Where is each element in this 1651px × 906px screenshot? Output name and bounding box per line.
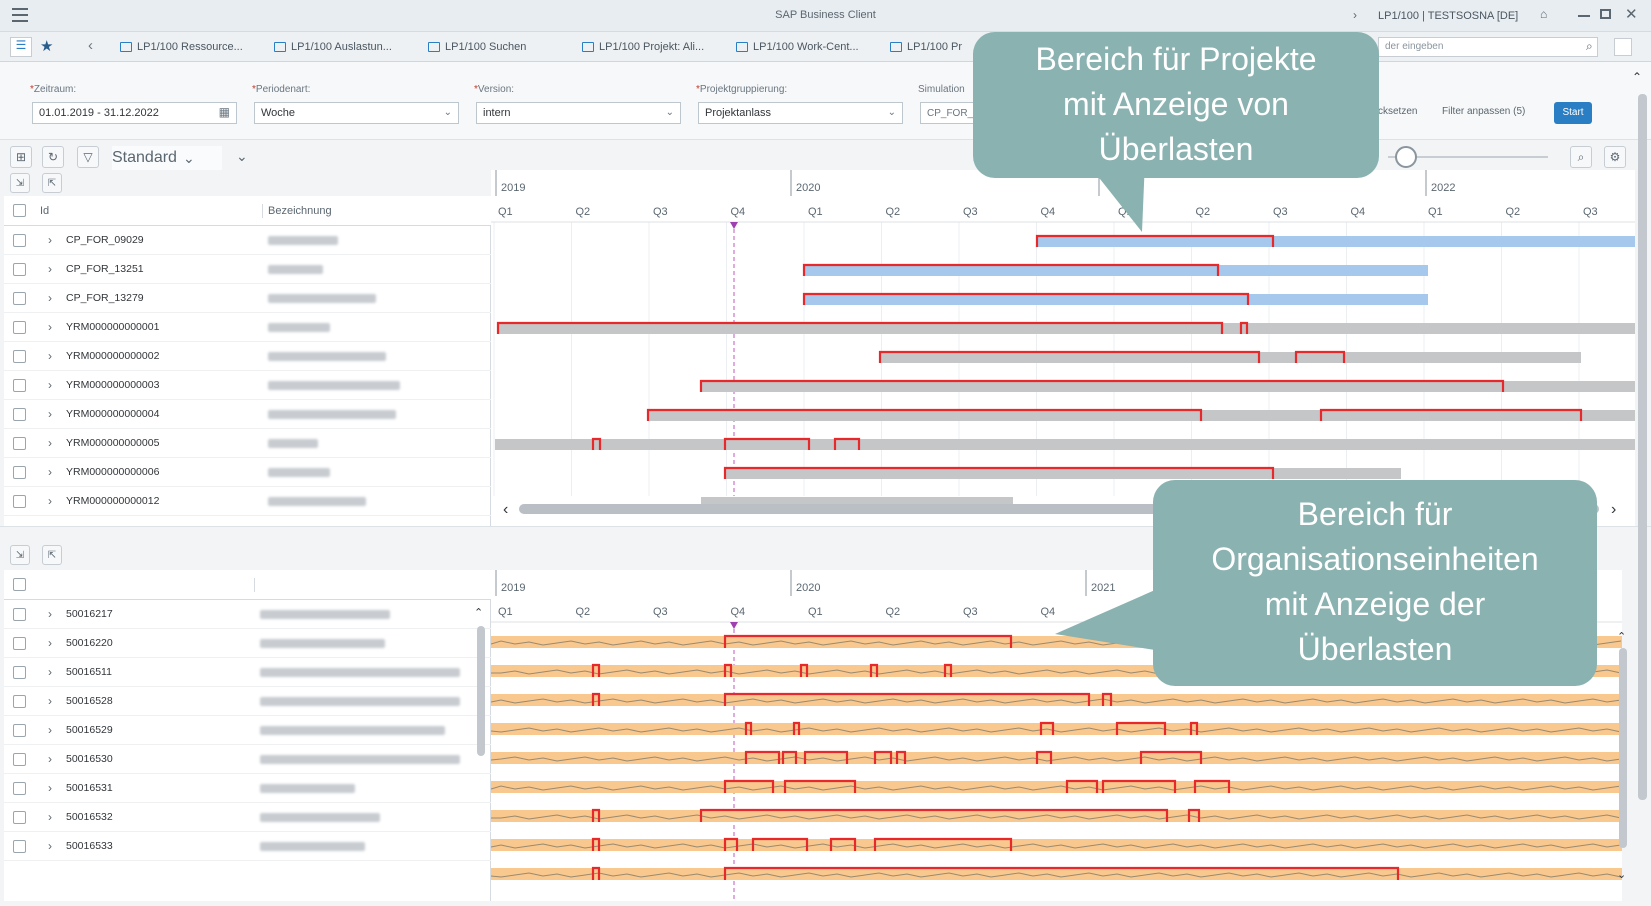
- callout-pointers: [1055, 160, 1155, 650]
- callout-projects: Bereich für Projekte mit Anzeige von Übe…: [973, 32, 1379, 178]
- callout-orgunits: Bereich für Organisationseinheiten mit A…: [1153, 480, 1597, 686]
- callout-pointer: [1055, 590, 1155, 650]
